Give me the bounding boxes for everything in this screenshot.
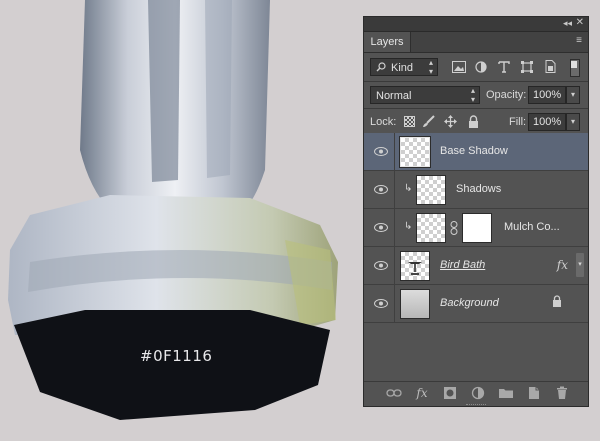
canvas-artwork — [8, 0, 338, 420]
layer-name[interactable]: Background — [440, 297, 499, 309]
panel-title-bar[interactable]: ◂◂ ✕ — [364, 17, 588, 32]
dropdown-arrows-icon: ▴ ▾ — [428, 58, 433, 76]
link-layers-icon[interactable] — [386, 386, 402, 400]
lock-image-icon[interactable] — [422, 115, 435, 128]
lock-icon — [553, 295, 561, 307]
link-chain-icon[interactable] — [450, 221, 458, 235]
new-group-icon[interactable] — [498, 386, 514, 400]
layer-row-background[interactable]: Background — [364, 285, 588, 323]
layer-row-base-shadow[interactable]: Base Shadow — [364, 133, 588, 171]
new-adjustment-icon[interactable] — [470, 386, 486, 400]
opacity-label: Opacity: — [486, 89, 527, 101]
dropdown-arrows-icon: ▴ ▾ — [470, 86, 475, 104]
image-filter-icon[interactable] — [452, 61, 466, 73]
column-flute — [148, 0, 180, 182]
lock-transparent-icon[interactable] — [404, 116, 415, 127]
eye-icon[interactable] — [374, 299, 388, 308]
lock-row: Lock: Fill: 100% ▾ — [364, 109, 588, 135]
layer-name[interactable]: Base Shadow — [440, 145, 508, 157]
layer-mask-thumbnail[interactable] — [462, 213, 492, 243]
fill-label: Fill: — [509, 116, 527, 128]
resize-grip[interactable] — [466, 404, 486, 408]
layer-name[interactable]: Bird Bath — [440, 259, 485, 271]
blend-mode-value: Normal — [376, 90, 412, 102]
panel-tabbar: Layers ≡ — [364, 32, 588, 53]
search-icon — [376, 62, 386, 72]
effects-expand-toggle[interactable]: ▾ — [576, 253, 584, 277]
fill-slider-button[interactable]: ▾ — [566, 113, 580, 131]
column-flute — [205, 0, 232, 178]
layer-thumbnail[interactable] — [416, 213, 446, 243]
eye-icon[interactable] — [374, 261, 388, 270]
tab-layers[interactable]: Layers — [364, 32, 411, 52]
new-layer-icon[interactable] — [526, 386, 542, 400]
eye-icon[interactable] — [374, 147, 388, 156]
layer-thumbnail[interactable] — [400, 289, 430, 319]
layer-name[interactable]: Mulch Co... — [504, 221, 560, 233]
fx-icon[interactable]: fx — [414, 386, 430, 400]
layer-thumbnail[interactable] — [416, 175, 446, 205]
panel-bottom-toolbar: fx — [364, 381, 588, 406]
lock-position-icon[interactable] — [444, 115, 457, 128]
clipping-mask-icon: ↳ — [404, 183, 413, 194]
filter-row: Kind ▴ ▾ — [364, 53, 588, 81]
layer-row-bird-bath[interactable]: Bird Bath fx ▾ — [364, 247, 588, 285]
clipping-mask-icon: ↳ — [404, 221, 413, 232]
lock-all-icon[interactable] — [468, 115, 479, 128]
color-code-label: #0F1116 — [140, 347, 213, 365]
filter-kind-label: Kind — [391, 62, 414, 74]
eye-icon[interactable] — [374, 185, 388, 194]
layer-name[interactable]: Shadows — [456, 183, 501, 195]
layer-row-shadows[interactable]: ↳ Shadows — [364, 171, 588, 209]
collapse-panel-icon[interactable]: ◂◂ — [563, 18, 572, 29]
base-shadow-shape — [14, 310, 330, 420]
close-panel-icon[interactable]: ✕ — [576, 17, 584, 28]
panel-menu-icon[interactable]: ≡ — [576, 35, 582, 46]
type-filter-icon[interactable] — [498, 61, 510, 73]
adjustment-filter-icon[interactable] — [475, 61, 487, 73]
blend-row: Normal ▴ ▾ Opacity: 100% ▾ — [364, 82, 588, 108]
filter-toggle-icon[interactable] — [570, 59, 580, 77]
shape-filter-icon[interactable] — [521, 61, 533, 73]
smart-object-filter-icon[interactable] — [544, 60, 556, 73]
lock-label: Lock: — [370, 116, 397, 128]
fx-icon[interactable]: fx — [557, 258, 568, 272]
layer-thumbnail[interactable] — [400, 251, 430, 281]
opacity-input[interactable]: 100% — [528, 86, 566, 104]
filter-kind-dropdown[interactable]: Kind ▴ ▾ — [370, 58, 438, 76]
fill-input[interactable]: 100% — [528, 113, 566, 131]
layers-list: Base Shadow ↳ Shadows ↳ Mulch Co... Bird… — [364, 133, 588, 323]
add-mask-icon[interactable] — [442, 386, 458, 400]
opacity-slider-button[interactable]: ▾ — [566, 86, 580, 104]
layers-panel: ◂◂ ✕ Layers ≡ Kind ▴ ▾ Normal ▴ ▾ Opacit… — [363, 16, 589, 407]
eye-icon[interactable] — [374, 223, 388, 232]
layer-thumbnail[interactable] — [399, 136, 431, 168]
bird-bath-icon — [408, 262, 422, 275]
blend-mode-dropdown[interactable]: Normal ▴ ▾ — [370, 86, 480, 104]
trash-icon[interactable] — [554, 386, 570, 400]
layer-row-mulch[interactable]: ↳ Mulch Co... — [364, 209, 588, 247]
